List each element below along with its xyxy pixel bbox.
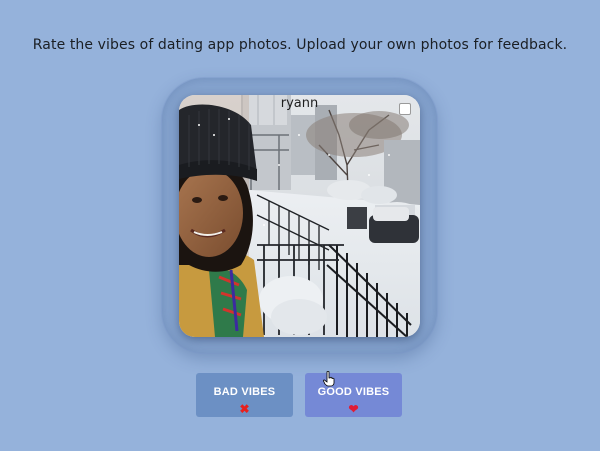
photo-card[interactable]: ryann [179,95,420,337]
good-vibes-label: GOOD VIBES [317,386,390,398]
profile-name: ryann [280,96,319,111]
good-vibes-button[interactable]: GOOD VIBES ❤ [305,373,402,417]
page-tagline: Rate the vibes of dating app photos. Upl… [32,37,568,53]
select-checkbox[interactable] [399,103,411,115]
cross-mark-icon: ✖ [239,402,250,416]
heart-icon: ❤ [348,402,359,416]
bad-vibes-label: BAD VIBES [213,386,276,398]
profile-photo [179,95,420,337]
bad-vibes-button[interactable]: BAD VIBES ✖ [196,373,293,417]
hand-pointer-cursor-icon [323,371,335,387]
page: Rate the vibes of dating app photos. Upl… [0,0,600,451]
